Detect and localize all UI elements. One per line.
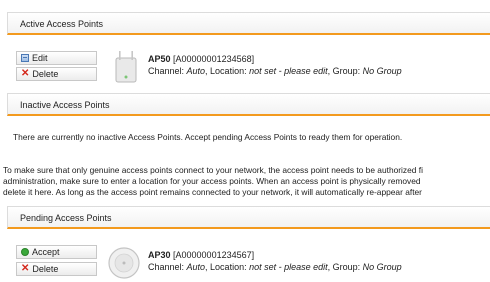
pending-access-points-header: Pending Access Points: [7, 206, 490, 229]
ap50-channel: Auto: [186, 66, 206, 76]
delete-active-button[interactable]: ✕ Delete: [16, 67, 97, 81]
edit-button-label: Edit: [32, 53, 48, 63]
delete-active-label: Delete: [32, 69, 59, 79]
ap30-group: No Group: [362, 262, 402, 272]
ap30-name: AP30: [148, 250, 171, 260]
accept-icon: [21, 248, 29, 256]
delete-pending-button[interactable]: ✕ Delete: [16, 262, 97, 276]
delete-icon: ✕: [21, 263, 30, 274]
ap30-title: AP30 [A00000001234567]: [148, 250, 254, 260]
ap30-location: not set - please edit: [249, 262, 328, 272]
ap30-info: Channel: Auto, Location: not set - pleas…: [148, 262, 402, 272]
delete-icon: ✕: [21, 68, 30, 79]
ap50-info: Channel: Auto, Location: not set - pleas…: [148, 66, 402, 76]
accept-button[interactable]: Accept: [16, 245, 97, 259]
info-line-1: To make sure that only genuine access po…: [3, 165, 423, 175]
ap50-name: AP50: [148, 54, 171, 64]
inactive-message: There are currently no inactive Access P…: [13, 132, 403, 142]
accept-button-label: Accept: [32, 247, 60, 257]
ap30-channel: Auto: [186, 262, 206, 272]
active-access-points-title: Active Access Points: [20, 19, 104, 29]
edit-button[interactable]: Edit: [16, 51, 97, 65]
ap30-device-icon: [108, 247, 140, 279]
inactive-access-points-title: Inactive Access Points: [20, 100, 110, 110]
info-line-3: delete it here. As long as the access po…: [3, 187, 422, 197]
info-line-2: administration, make sure to enter a loc…: [3, 176, 421, 186]
ap50-device-icon: [115, 51, 137, 83]
active-access-points-header: Active Access Points: [7, 12, 490, 35]
ap30-id: [A00000001234567]: [173, 250, 255, 260]
ap50-title: AP50 [A00000001234568]: [148, 54, 254, 64]
ap50-id: [A00000001234568]: [173, 54, 255, 64]
pending-access-points-title: Pending Access Points: [20, 213, 112, 223]
ap50-group: No Group: [362, 66, 402, 76]
ap50-location: not set - please edit: [249, 66, 328, 76]
delete-pending-label: Delete: [32, 264, 59, 274]
inactive-access-points-header: Inactive Access Points: [7, 93, 490, 116]
edit-icon: [21, 54, 29, 62]
